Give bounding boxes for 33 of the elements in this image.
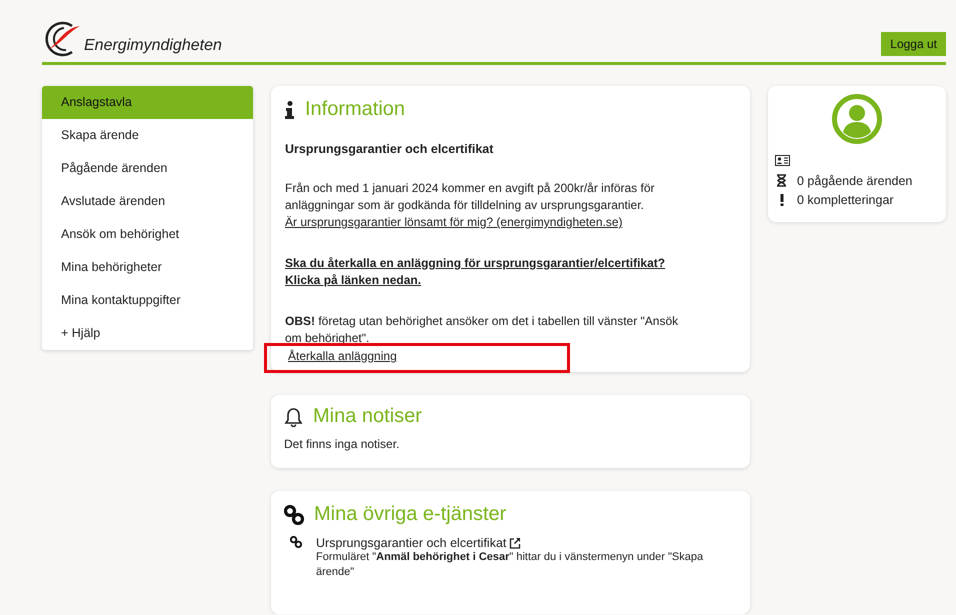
card-title: Mina notiser [313, 405, 422, 428]
sidebar-item[interactable]: Avslutade ärenden [42, 185, 253, 218]
notice-text: OBS! företag utan behörighet ansöker om det i tabellen till vänster "Ansök om behörighet". [285, 313, 680, 347]
sidebar-item[interactable]: Skapa ärende [42, 119, 253, 152]
exclamation-icon [780, 194, 784, 206]
info-icon [285, 100, 295, 118]
id-card-icon [775, 155, 790, 166]
empty-message: Det finns inga notiser. [284, 436, 400, 453]
sidebar-item[interactable]: + Hjälp [42, 317, 253, 350]
sidebar-item[interactable]: Mina kontaktuppgifter [42, 284, 253, 317]
logout-button[interactable]: Logga ut [881, 32, 946, 56]
card-title: Mina övriga e-tjänster [314, 503, 506, 526]
sidebar-item[interactable]: Pågående ärenden [42, 152, 253, 185]
bell-icon [284, 406, 303, 426]
recall-info-link[interactable]: Ska du återkalla en anläggning för ursprungsgarantier/elcertifikat? Klicka på länken nedan. [285, 255, 681, 289]
external-link-icon [509, 537, 522, 549]
info-link[interactable]: Är ursprungsgarantier lönsamt för mig? (energimyndigheten.se) [285, 214, 681, 231]
sidebar-item[interactable]: Ansök om behörighet [42, 218, 253, 251]
link-icon [290, 536, 302, 548]
section-heading: Ursprungsgarantier och elcertifikat [285, 141, 494, 158]
user-avatar-icon [832, 94, 882, 144]
sidebar-item[interactable]: Mina behörigheter [42, 251, 253, 284]
stat-text: 0 pågående ärenden [797, 174, 912, 188]
card-title: Information [305, 98, 406, 121]
stat-text: 0 kompletteringar [797, 192, 894, 206]
recall-link[interactable]: Återkalla anläggning [288, 348, 681, 365]
hourglass-icon [776, 174, 787, 187]
service-description: Formuläret "Anmäl behörighet i Cesar" hittar du i vänstermenyn under "Skapa ärende" [316, 550, 704, 580]
info-paragraph: Från och med 1 januari 2024 kommer en avgift på 200kr/år införas för anläggningar som är godkända för tilldelning av ursprungsgarantier. [285, 180, 656, 214]
sidebar-item[interactable]: Anslagstavla [42, 86, 253, 119]
service-link[interactable]: Ursprungsgarantier och elcertifikat [316, 536, 506, 550]
link-icon [284, 504, 304, 524]
logo-text: Energimyndigheten [84, 37, 222, 55]
